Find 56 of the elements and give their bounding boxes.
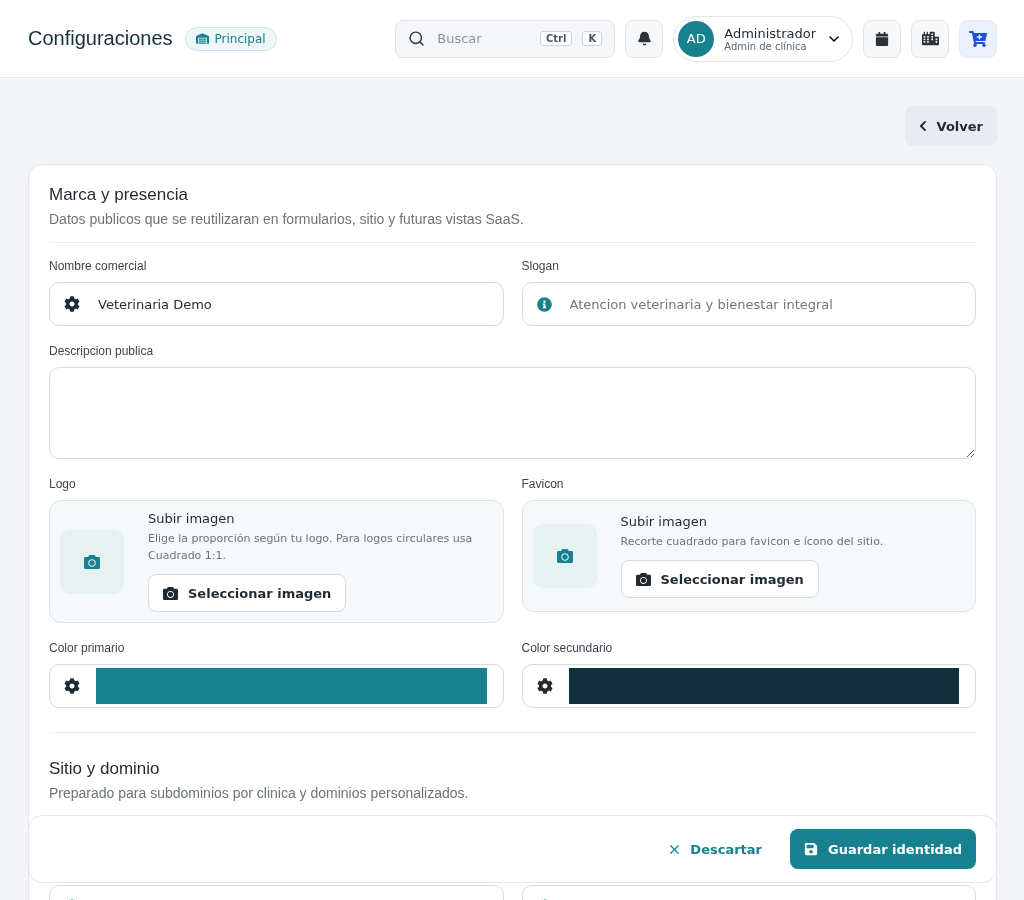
field-label: Nombre comercial <box>49 259 148 273</box>
gear-icon <box>64 296 80 312</box>
field-label: Descripcion publica <box>49 344 155 358</box>
discard-button[interactable]: Descartar <box>661 840 768 858</box>
select-image-button[interactable]: Seleccionar imagen <box>620 560 819 598</box>
search-input[interactable]: Buscar <box>435 30 530 47</box>
field-label: Color primario <box>49 641 126 655</box>
upload-title: Subir imagen <box>620 514 709 529</box>
camera-icon <box>163 585 178 601</box>
select-image-button[interactable]: Seleccionar imagen <box>148 574 347 612</box>
user-menu[interactable]: AD Administrador Admin de clínica <box>673 15 853 62</box>
color-swatch[interactable] <box>96 668 487 704</box>
color-field[interactable] <box>49 664 504 708</box>
camera-icon <box>635 571 651 587</box>
bell-icon <box>636 31 652 46</box>
color-swatch[interactable] <box>568 668 959 704</box>
info-icon <box>536 296 552 312</box>
buildings-button[interactable] <box>911 19 949 58</box>
upload-title: Subir imagen <box>148 511 236 526</box>
field-label: Favicon <box>521 477 565 491</box>
buildings-icon <box>921 30 939 47</box>
user-avatar: AD <box>678 20 715 57</box>
camera-icon <box>84 553 100 570</box>
save-icon <box>804 842 818 856</box>
section-title: Marca y presencia <box>49 185 189 205</box>
camera-icon <box>556 548 573 564</box>
save-button[interactable]: Guardar identidad <box>790 829 976 869</box>
shortcut-key: Ctrl <box>540 31 573 46</box>
page-title: Configuraciones <box>28 27 173 50</box>
section-subtitle: Datos publicos que se reutilizaran en formularios, sitio y futuras vistas SaaS. <box>49 211 525 227</box>
cart-icon <box>969 29 987 48</box>
calendar-icon <box>875 31 889 46</box>
search-field[interactable]: Buscar Ctrl K <box>395 19 616 58</box>
gear-icon <box>536 678 553 694</box>
field-label: Color secundario <box>521 641 614 655</box>
user-name: Administrador <box>724 25 816 41</box>
branch-badge: Principal <box>184 26 277 51</box>
upload-hint: Elige la proporción según tu logo. Para logos circulares usa Cuadrado 1:1. <box>148 531 474 564</box>
shortcut-key: K <box>582 31 603 46</box>
field-label: Slogan <box>521 259 560 273</box>
upload-hint: Recorte cuadrado para favicon e ícono del sitio. <box>620 534 884 550</box>
user-role: Admin de clínica <box>724 40 807 52</box>
search-icon <box>408 30 426 47</box>
section-subtitle: Preparado para subdominios por clinica y dominios personalizados. <box>49 785 470 801</box>
cart-button[interactable] <box>959 19 997 58</box>
section-title: Sitio y dominio <box>49 759 161 779</box>
text-field[interactable]: Atencion veterinaria y bienestar integral <box>521 282 976 326</box>
calendar-button[interactable] <box>863 19 901 58</box>
color-field[interactable] <box>521 664 976 708</box>
field-label: Logo <box>49 477 77 491</box>
warehouse-icon <box>195 32 209 45</box>
notifications-button[interactable] <box>625 19 664 58</box>
text-field[interactable]: Veterinaria Demo <box>49 282 504 326</box>
gear-icon <box>64 678 80 694</box>
back-button[interactable]: Volver <box>904 106 997 146</box>
description-field[interactable] <box>49 367 976 459</box>
